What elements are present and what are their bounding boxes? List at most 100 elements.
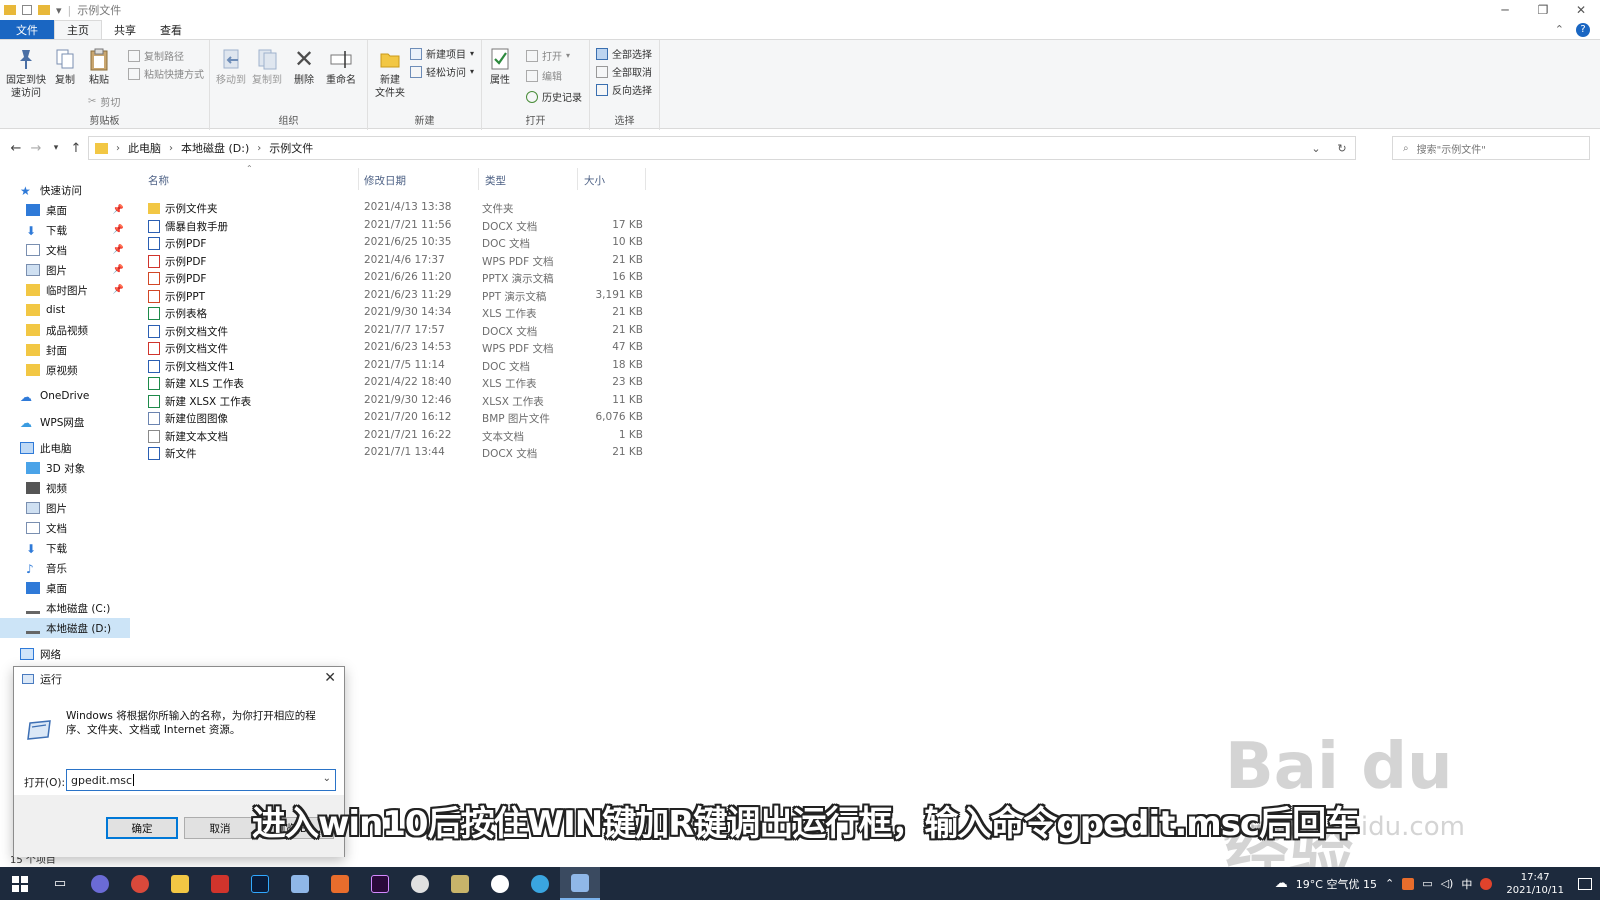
paste-button[interactable]: 粘贴 bbox=[86, 46, 112, 87]
column-header-type[interactable]: 类型 bbox=[485, 170, 506, 190]
taskbar-app-notes[interactable] bbox=[280, 867, 320, 900]
help-icon[interactable]: ? bbox=[1576, 22, 1590, 37]
up-arrow-icon[interactable]: ↑ bbox=[66, 141, 86, 156]
nav-item-dist[interactable]: dist bbox=[0, 300, 130, 320]
move-to-button[interactable]: 移动到 bbox=[214, 46, 248, 87]
taskbar-app-photoshop[interactable] bbox=[240, 867, 280, 900]
copy-path-button[interactable]: 复制路径 bbox=[128, 48, 184, 63]
properties-button[interactable]: 属性 bbox=[486, 46, 514, 87]
nav-item-music[interactable]: ♪ 音乐 bbox=[0, 558, 130, 578]
close-icon[interactable]: ✕ bbox=[1562, 0, 1600, 20]
address-bar[interactable]: › 此电脑 › 本地磁盘 (D:) › 示例文件 ⌄ ↻ bbox=[88, 136, 1356, 160]
customize-qa-chevron-icon[interactable]: ▾ bbox=[56, 4, 62, 17]
file-row[interactable]: 新建文本文档 2021/7/21 16:22 文本文档 1 KB bbox=[144, 428, 644, 445]
nav-quick-access[interactable]: ★ 快速访问 bbox=[0, 180, 130, 200]
nav-this-pc[interactable]: 此电脑 bbox=[0, 438, 130, 458]
nav-item-covers[interactable]: 封面 bbox=[0, 340, 130, 360]
copy-button[interactable]: 复制 bbox=[52, 46, 78, 87]
nav-item-documents[interactable]: 文档 📌 bbox=[0, 240, 130, 260]
chevron-down-icon[interactable]: ⌄ bbox=[323, 773, 331, 784]
volume-icon[interactable]: ◁) bbox=[1441, 877, 1454, 890]
breadcrumb-separator-icon[interactable]: › bbox=[257, 143, 261, 154]
taskbar-app-run[interactable] bbox=[560, 867, 600, 900]
column-divider[interactable] bbox=[478, 168, 479, 190]
file-row[interactable]: 示例PDF 2021/4/6 17:37 WPS PDF 文档 21 KB bbox=[144, 253, 644, 270]
nav-onedrive[interactable]: ☁ OneDrive bbox=[0, 386, 130, 406]
breadcrumb-separator-icon[interactable]: › bbox=[116, 143, 120, 154]
search-box[interactable]: ⌕ 搜索"示例文件" bbox=[1392, 136, 1590, 160]
tab-home[interactable]: 主页 bbox=[54, 20, 102, 39]
nav-item-videos[interactable]: 视频 bbox=[0, 478, 130, 498]
pin-quick-access-button[interactable]: 固定到快 速访问 bbox=[4, 46, 48, 100]
network-icon[interactable]: ▭ bbox=[1422, 877, 1432, 890]
column-header-name[interactable]: 名称 bbox=[148, 170, 169, 190]
file-row[interactable]: 示例PPT 2021/6/23 11:29 PPT 演示文稿 3,191 KB bbox=[144, 288, 644, 305]
open-button[interactable]: 打开 ▾ bbox=[526, 48, 570, 63]
start-button[interactable] bbox=[0, 867, 40, 900]
tab-share[interactable]: 共享 bbox=[102, 20, 148, 39]
column-divider[interactable] bbox=[645, 168, 646, 190]
weather-text[interactable]: 19°C 空气优 15 bbox=[1296, 876, 1377, 892]
refresh-icon[interactable]: ↻ bbox=[1329, 142, 1355, 155]
taskbar-app-premiere[interactable] bbox=[360, 867, 400, 900]
address-dropdown-chevron-icon[interactable]: ⌄ bbox=[1303, 142, 1329, 155]
recent-locations-chevron-icon[interactable]: ▾ bbox=[46, 143, 66, 153]
invert-selection-button[interactable]: 反向选择 bbox=[596, 82, 652, 97]
collapse-ribbon-icon[interactable]: ⌃ bbox=[1555, 23, 1564, 36]
nav-item-pc-pictures[interactable]: 图片 bbox=[0, 498, 130, 518]
file-row[interactable]: 示例表格 2021/9/30 14:34 XLS 工作表 21 KB bbox=[144, 305, 644, 322]
nav-item-finished-videos[interactable]: 成品视频 bbox=[0, 320, 130, 340]
taskbar-app-chrome[interactable] bbox=[120, 867, 160, 900]
taskbar-app-a[interactable] bbox=[400, 867, 440, 900]
new-item-button[interactable]: 新建项目 ▾ bbox=[410, 46, 474, 61]
breadcrumb-local-disk-d[interactable]: 本地磁盘 (D:) bbox=[181, 140, 249, 156]
tab-file[interactable]: 文件 bbox=[0, 20, 54, 39]
breadcrumb-this-pc[interactable]: 此电脑 bbox=[128, 140, 161, 156]
file-row[interactable]: 示例文档文件1 2021/7/5 11:14 DOC 文档 18 KB bbox=[144, 358, 644, 375]
edit-button[interactable]: 编辑 bbox=[526, 68, 562, 83]
nav-item-raw-videos[interactable]: 原视频 bbox=[0, 360, 130, 380]
taskbar-app-recorder[interactable] bbox=[80, 867, 120, 900]
forward-arrow-icon[interactable]: → bbox=[26, 141, 46, 156]
nav-item-temp-pictures[interactable]: 临时图片 📌 bbox=[0, 280, 130, 300]
nav-item-disk-d[interactable]: 本地磁盘 (D:) bbox=[0, 618, 130, 638]
file-row[interactable]: 示例文档文件 2021/7/7 17:57 DOCX 文档 21 KB bbox=[144, 323, 644, 340]
cut-button[interactable]: ✂ 剪切 bbox=[88, 94, 120, 109]
nav-item-pc-documents[interactable]: 文档 bbox=[0, 518, 130, 538]
breadcrumb-sample-files[interactable]: 示例文件 bbox=[269, 140, 313, 156]
nav-item-pictures[interactable]: 图片 📌 bbox=[0, 260, 130, 280]
restore-icon[interactable]: ❐ bbox=[1524, 0, 1562, 20]
nav-item-pc-downloads[interactable]: ⬇ 下载 bbox=[0, 538, 130, 558]
run-dialog-titlebar[interactable]: 运行 ✕ bbox=[14, 667, 344, 691]
column-header-size[interactable]: 大小 bbox=[584, 170, 605, 190]
nav-network[interactable]: 网络 bbox=[0, 644, 130, 664]
notification-center-icon[interactable] bbox=[1578, 877, 1592, 890]
nav-item-disk-c[interactable]: 本地磁盘 (C:) bbox=[0, 598, 130, 618]
clock[interactable]: 17:47 2021/10/11 bbox=[1506, 871, 1564, 897]
file-row[interactable]: 示例文件夹 2021/4/13 13:38 文件夹 bbox=[144, 200, 644, 217]
taskbar-app-calendar[interactable] bbox=[440, 867, 480, 900]
close-icon[interactable]: ✕ bbox=[324, 670, 336, 686]
column-header-date[interactable]: 修改日期 bbox=[364, 170, 406, 190]
column-divider[interactable] bbox=[577, 168, 578, 190]
file-row[interactable]: 新建 XLSX 工作表 2021/9/30 12:46 XLSX 工作表 11 KB bbox=[144, 393, 644, 410]
rename-button[interactable]: 重命名 bbox=[324, 46, 358, 87]
tray-app-icon[interactable] bbox=[1402, 877, 1415, 890]
file-row[interactable]: 示例文档文件 2021/6/23 14:53 WPS PDF 文档 47 KB bbox=[144, 340, 644, 357]
easy-access-button[interactable]: 轻松访问 ▾ bbox=[410, 64, 474, 79]
history-button[interactable]: 历史记录 bbox=[526, 89, 582, 104]
copy-to-button[interactable]: 复制到 bbox=[250, 46, 284, 87]
file-row[interactable]: 新建位图图像 2021/7/20 16:12 BMP 图片文件 6,076 KB bbox=[144, 410, 644, 427]
file-row[interactable]: 儒暴自救手册 2021/7/21 11:56 DOCX 文档 17 KB bbox=[144, 218, 644, 235]
taskbar-app-wps[interactable] bbox=[200, 867, 240, 900]
taskbar-app-file-explorer[interactable] bbox=[160, 867, 200, 900]
taskbar-app-office[interactable] bbox=[320, 867, 360, 900]
task-view-button[interactable]: ▭ bbox=[40, 867, 80, 900]
select-none-button[interactable]: 全部取消 bbox=[596, 64, 652, 79]
nav-item-pc-desktop[interactable]: 桌面 bbox=[0, 578, 130, 598]
select-all-button[interactable]: 全部选择 bbox=[596, 46, 652, 61]
taskbar-app-browser[interactable] bbox=[520, 867, 560, 900]
new-folder-qa-icon[interactable] bbox=[38, 5, 50, 15]
file-row[interactable]: 新建 XLS 工作表 2021/4/22 18:40 XLS 工作表 23 KB bbox=[144, 375, 644, 392]
nav-wps-drive[interactable]: ☁ WPS网盘 bbox=[0, 412, 130, 432]
